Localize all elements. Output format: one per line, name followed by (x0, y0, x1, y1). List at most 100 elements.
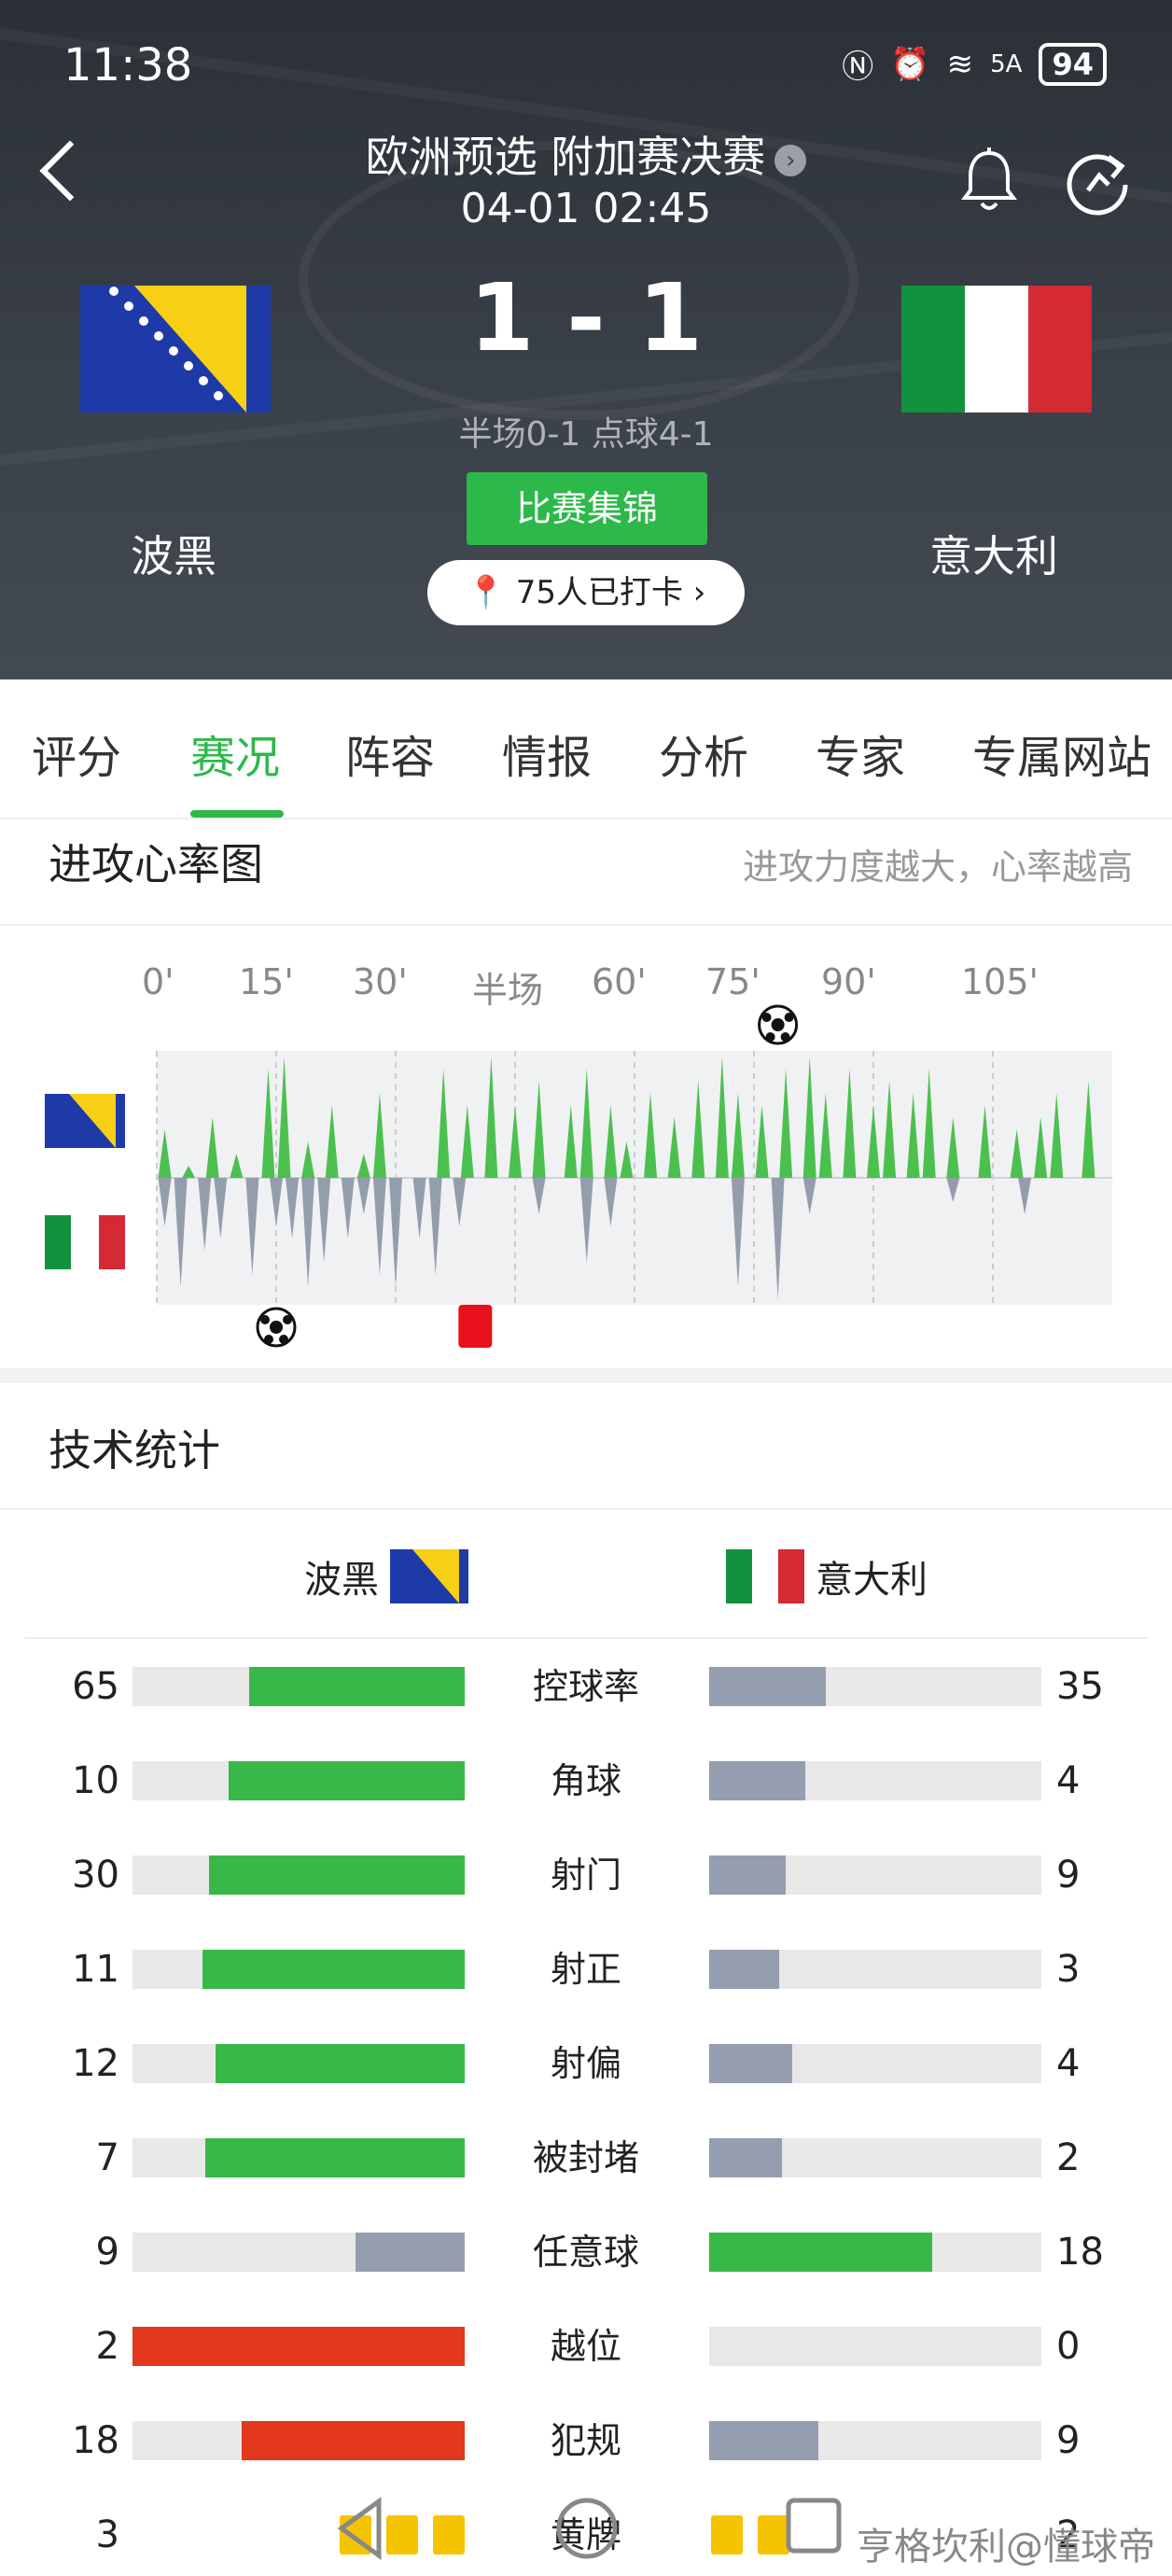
stat-home-value: 10 (72, 1759, 119, 1802)
signal-icon: 5A (990, 49, 1023, 78)
tab-info[interactable]: 情报 (502, 721, 592, 786)
stat-label: 任意球 (532, 2232, 639, 2273)
stat-away-value: 3 (1056, 1948, 1081, 1991)
checkin-button[interactable]: 📍 75人已打卡 › (427, 560, 745, 625)
stat-row: 18 犯规 9 (0, 2421, 1172, 2477)
stat-away-value: 2 (1056, 2136, 1081, 2179)
stat-home-bar (133, 2421, 465, 2460)
stat-away-fill (709, 1950, 779, 1989)
stat-away-bar (709, 2327, 1041, 2366)
stat-home-value: 11 (72, 1948, 119, 1991)
italy-flag-small (45, 1215, 125, 1269)
stat-home-fill (202, 1950, 465, 1989)
stat-home-fill (205, 2138, 465, 2177)
tab-bar: 评分 赛况 阵容 情报 分析 专家 专属网站 (0, 679, 1172, 819)
bosnia-flag-stats (390, 1549, 468, 1603)
goal-ball-icon (758, 1004, 799, 1045)
stat-home-value: 65 (72, 1665, 119, 1708)
stat-away-fill (709, 2044, 792, 2083)
stat-away-bar (709, 2233, 1041, 2272)
status-time: 11:38 (63, 39, 193, 91)
chevron-right-icon: › (774, 144, 807, 176)
stats-title: 技术统计 (49, 1425, 220, 1476)
stat-away-fill (709, 1667, 826, 1706)
home-team-name[interactable]: 波黑 (131, 523, 216, 584)
tab-lineup[interactable]: 阵容 (345, 721, 435, 786)
stat-away-fill (709, 1761, 806, 1800)
stat-home-bar (133, 2044, 465, 2083)
match-score: 1 - 1 (468, 263, 704, 372)
stat-away-fill (709, 1855, 786, 1895)
stat-home-bar (133, 1950, 465, 1989)
alarm-icon: ⏰ (890, 45, 930, 83)
stat-home-fill (242, 2421, 465, 2460)
competition-name: 欧洲预选 附加赛决赛 (365, 132, 766, 182)
stat-label: 射门 (550, 1855, 621, 1896)
stat-home-fill (216, 2044, 465, 2083)
match-header: 11:38 Ⓝ ⏰ ≋ 5A 94 欧洲预选 附加赛决赛 › 04-01 02:4… (0, 0, 1172, 679)
stat-away-bar (709, 1855, 1041, 1895)
stat-label: 射正 (550, 1949, 621, 1990)
tab-expert[interactable]: 专家 (816, 721, 905, 786)
stat-away-value: 9 (1056, 2419, 1081, 2462)
stat-label: 角球 (550, 1760, 621, 1801)
heart-rate-chart (45, 1004, 1112, 1348)
stat-home-value: 30 (72, 1854, 119, 1897)
stat-label: 控球率 (532, 1666, 639, 1707)
stat-home-fill (248, 1667, 465, 1706)
heart-chart-title: 进攻心率图 (49, 839, 263, 889)
stat-home-fill (355, 2233, 465, 2272)
divider (0, 1508, 1172, 1510)
italy-flag-stats (726, 1549, 804, 1603)
stat-away-value: 4 (1056, 1759, 1081, 1802)
wifi-icon: ≋ (946, 45, 974, 83)
stat-home-fill (133, 2327, 465, 2366)
stat-away-bar (709, 2138, 1041, 2177)
stat-label: 越位 (550, 2326, 621, 2367)
stat-row: 9 任意球 18 (0, 2233, 1172, 2289)
bell-icon[interactable] (959, 147, 1019, 215)
stat-home-bar (133, 2327, 465, 2366)
stat-row: 7 被封堵 2 (0, 2138, 1172, 2194)
stat-home-bar (133, 1761, 465, 1800)
stat-away-bar (709, 1761, 1041, 1800)
stat-home-value: 12 (72, 2042, 119, 2085)
stat-away-bar (709, 1950, 1041, 1989)
battery-indicator: 94 (1039, 42, 1107, 86)
stat-away-bar (709, 1667, 1041, 1706)
watermark: 亨格坎利@懂球帝 (857, 2526, 1155, 2569)
nav-back-icon[interactable] (332, 2496, 388, 2561)
nfc-icon: Ⓝ (842, 49, 874, 86)
status-icons: Ⓝ ⏰ ≋ 5A 94 (842, 41, 1107, 87)
tab-analysis[interactable]: 分析 (659, 721, 748, 786)
tab-live[interactable]: 赛况 (190, 721, 280, 786)
nav-recent-icon[interactable] (784, 2496, 844, 2555)
stat-away-value: 35 (1056, 1665, 1104, 1708)
stat-home-value: 2 (95, 2325, 119, 2368)
refresh-icon[interactable] (1064, 147, 1133, 217)
stat-away-fill (709, 2138, 783, 2177)
divider (24, 1637, 1148, 1639)
stat-home-bar (133, 2138, 465, 2177)
away-team-name[interactable]: 意大利 (929, 523, 1058, 584)
section-separator (0, 1368, 1172, 1383)
goal-ball-icon (256, 1307, 297, 1348)
stat-home-fill (229, 1761, 465, 1800)
stat-away-value: 18 (1056, 2231, 1104, 2274)
nav-home-icon[interactable] (554, 2496, 620, 2561)
stat-row: 65 控球率 35 (0, 1667, 1172, 1723)
stats-home-name: 波黑 (304, 1559, 379, 1602)
bosnia-flag-small (45, 1094, 125, 1148)
tab-website[interactable]: 专属网站 (972, 721, 1151, 786)
heart-chart-note: 进攻力度越大，心率越高 (742, 847, 1133, 888)
red-card-icon (458, 1305, 493, 1348)
stat-home-value: 9 (95, 2231, 119, 2274)
stat-label: 犯规 (550, 2420, 621, 2461)
stat-away-value: 4 (1056, 2042, 1081, 2085)
highlights-button[interactable]: 比赛集锦 (467, 472, 707, 545)
tab-rating[interactable]: 评分 (32, 721, 121, 786)
stat-row: 11 射正 3 (0, 1950, 1172, 2006)
stat-home-bar (133, 1855, 465, 1895)
stat-label: 被封堵 (532, 2137, 639, 2178)
stat-away-value: 0 (1056, 2325, 1081, 2368)
